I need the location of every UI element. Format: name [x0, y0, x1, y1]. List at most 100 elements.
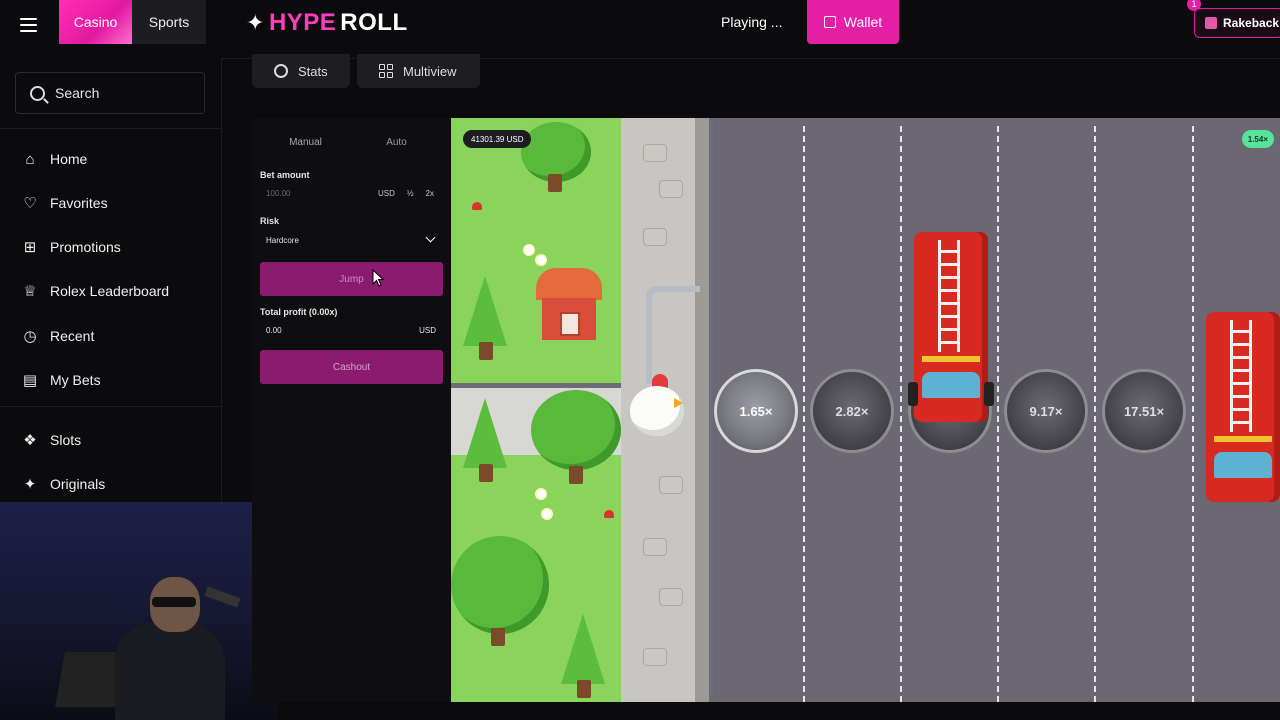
- flower-shape: [537, 490, 545, 498]
- tree-shape: [521, 122, 591, 182]
- microphone-shape: [204, 586, 241, 608]
- pine-tree-shape: [463, 276, 507, 346]
- tree-trunk: [479, 464, 493, 482]
- sidebar-item-label: Originals: [50, 476, 106, 492]
- mode-manual[interactable]: Manual: [260, 128, 351, 156]
- jump-button[interactable]: Jump: [260, 262, 443, 296]
- gift-icon: [1205, 17, 1217, 29]
- truck-wheel: [908, 382, 918, 406]
- multiplier-coin: 17.51×: [1102, 369, 1186, 453]
- tab-stats[interactable]: Stats: [252, 54, 350, 88]
- barn-shape: [536, 268, 602, 340]
- search-icon: [30, 85, 45, 101]
- tab-casino-label: Casino: [73, 14, 118, 30]
- balance-pill: 41301.39 USD: [463, 130, 532, 148]
- clock-icon: ◷: [23, 328, 37, 345]
- truck-wheel: [984, 382, 994, 406]
- double-bet-button[interactable]: 2x: [426, 189, 434, 198]
- wallet-icon: [823, 16, 836, 28]
- search-input[interactable]: Search: [15, 72, 205, 114]
- tree-trunk: [577, 680, 591, 698]
- flower-shape: [525, 246, 533, 254]
- sunglasses-shape: [152, 597, 196, 607]
- tab-multiview[interactable]: Multiview: [357, 54, 480, 88]
- mode-auto[interactable]: Auto: [351, 128, 442, 156]
- multiplier-coin[interactable]: 1.65×: [714, 369, 798, 453]
- truck-stripe: [1214, 436, 1272, 442]
- sidebar-divider: [0, 406, 221, 407]
- logo-star-icon: ✦: [246, 10, 265, 35]
- grid-icon: [379, 64, 393, 78]
- profit-currency: USD: [419, 325, 436, 335]
- tab-sports[interactable]: Sports: [132, 0, 206, 44]
- sidebar-item-my-bets[interactable]: ▤ My Bets: [22, 368, 101, 392]
- tree-shape: [451, 536, 549, 634]
- barn-door: [560, 312, 580, 336]
- bet-amount-value[interactable]: 100.00: [266, 189, 378, 198]
- sidebar-item-label: Promotions: [50, 239, 121, 255]
- streamer-body: [115, 622, 225, 720]
- stone-tile: [659, 476, 683, 494]
- flower-shape: [543, 510, 551, 518]
- stone-tile: [659, 180, 683, 198]
- sidebar-item-originals[interactable]: ✦ Originals: [22, 472, 106, 496]
- receipt-icon: ▤: [22, 372, 38, 389]
- risk-label: Risk: [260, 216, 280, 226]
- wallet-button[interactable]: Wallet: [807, 0, 899, 44]
- truck-ladder: [1230, 320, 1252, 432]
- top-bar: Casino Sports ✦ HYPE ROLL Playing ... Wal…: [0, 0, 1280, 59]
- tab-sports-label: Sports: [148, 14, 190, 30]
- lane-line: [1192, 126, 1194, 702]
- stone-tile: [659, 588, 683, 606]
- sidebar-item-slots[interactable]: ❖ Slots: [22, 428, 81, 452]
- wallet-label: Wallet: [843, 14, 883, 30]
- chicken-body: [630, 386, 684, 436]
- bet-currency: USD: [377, 188, 395, 198]
- game-canvas[interactable]: 1.65× 2.82× 9.17× 17.51× 41301.39 USD 1.…: [451, 118, 1280, 702]
- sidebar-item-recent[interactable]: ◷ Recent: [22, 324, 94, 348]
- sidebar-item-promotions[interactable]: ⊞ Promotions: [22, 235, 121, 259]
- hamburger-icon[interactable]: [18, 14, 42, 38]
- mushroom-shape: [472, 202, 482, 210]
- logo-brand-part2: ROLL: [340, 9, 408, 36]
- tree-trunk: [479, 342, 493, 360]
- tab-casino[interactable]: Casino: [59, 0, 132, 44]
- chicken-character: [626, 368, 688, 440]
- rakeback-label: Rakeback: [1223, 16, 1280, 30]
- sparkle-icon: ✦: [23, 476, 37, 493]
- cashout-label: Cashout: [332, 361, 371, 373]
- cashout-button[interactable]: Cashout: [260, 350, 443, 384]
- sidebar-item-home[interactable]: ⌂ Home: [22, 147, 87, 171]
- truck-windshield: [922, 372, 980, 398]
- risk-select[interactable]: Hardcore: [260, 228, 442, 252]
- logo-brand-part1: HYPE: [268, 9, 337, 36]
- flower-shape: [537, 256, 545, 264]
- rakeback-button[interactable]: Rakeback: [1194, 8, 1280, 38]
- sidebar-item-label: Recent: [50, 328, 95, 344]
- bet-amount-field[interactable]: 100.00 USD ½ 2x: [260, 181, 442, 205]
- sidebar-item-label: Favorites: [50, 195, 108, 211]
- truck-windshield: [1214, 452, 1272, 478]
- half-bet-button[interactable]: ½: [407, 189, 414, 198]
- heart-icon: ♡: [23, 195, 37, 212]
- stone-tile: [643, 144, 667, 162]
- jump-label: Jump: [339, 273, 364, 285]
- lane-line: [1094, 126, 1096, 702]
- multiplier-coin: 9.17×: [1004, 369, 1088, 453]
- hyperoll-logo[interactable]: ✦ HYPE ROLL: [246, 9, 408, 37]
- chicken-beak: [674, 398, 683, 408]
- total-profit-value: 0.00: [266, 325, 282, 335]
- mode-switch: Manual Auto: [260, 128, 442, 156]
- tree-shape: [531, 390, 621, 470]
- bet-amount-label: Bet amount: [260, 170, 310, 180]
- multiplier-coin: 2.82×: [810, 369, 894, 453]
- stone-tile: [643, 538, 667, 556]
- sidebar-item-favorites[interactable]: ♡ Favorites: [22, 191, 108, 215]
- sidebar-item-label: My Bets: [50, 372, 101, 388]
- pipe-shape: [646, 286, 700, 316]
- tab-multiview-label: Multiview: [403, 63, 457, 79]
- curb: [695, 118, 709, 702]
- home-icon: ⌂: [25, 150, 35, 168]
- sidebar-item-rolex-leaderboard[interactable]: ♕ Rolex Leaderboard: [22, 279, 169, 303]
- sidebar-item-label: Slots: [50, 432, 82, 448]
